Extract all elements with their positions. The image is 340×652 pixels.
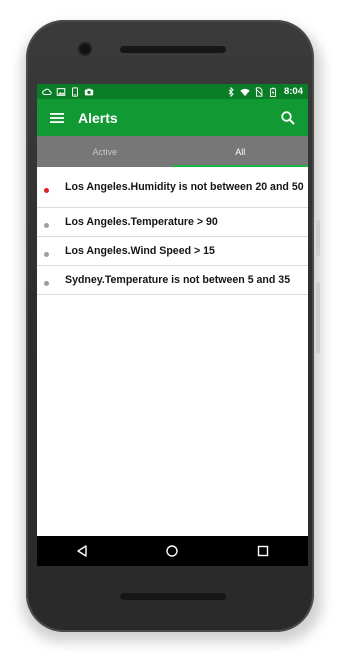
tab-active[interactable]: Active bbox=[37, 136, 173, 167]
phone-icon bbox=[70, 86, 80, 97]
front-camera bbox=[80, 44, 90, 54]
phone-screen: 8:04 Alerts Active All Los Angeles.Humid… bbox=[37, 84, 308, 566]
cloud-sync-icon bbox=[42, 87, 52, 97]
battery-charging-icon bbox=[268, 87, 278, 97]
status-time: 8:04 bbox=[283, 86, 303, 97]
tab-all[interactable]: All bbox=[172, 136, 309, 167]
home-circle-icon[interactable] bbox=[165, 544, 179, 558]
alert-status-dot bbox=[44, 280, 49, 286]
no-sim-icon bbox=[254, 86, 264, 97]
bluetooth-icon bbox=[226, 86, 236, 97]
status-bar: 8:04 bbox=[37, 84, 308, 99]
back-triangle-icon[interactable] bbox=[75, 544, 89, 558]
recents-square-icon[interactable] bbox=[256, 544, 270, 558]
alert-status-dot bbox=[44, 187, 49, 193]
app-bar-left: Alerts bbox=[49, 110, 118, 126]
alert-text: Los Angeles.Wind Speed > 15 bbox=[65, 245, 215, 257]
alert-text: Los Angeles.Humidity is not between 20 a… bbox=[65, 181, 304, 193]
hamburger-menu-icon[interactable] bbox=[49, 110, 65, 126]
tab-bar: Active All bbox=[37, 136, 308, 167]
camera-icon bbox=[84, 87, 94, 97]
alert-status-dot bbox=[44, 251, 49, 257]
alert-row[interactable]: Los Angeles.Temperature > 90 bbox=[37, 208, 308, 237]
status-bar-notifications bbox=[42, 86, 94, 97]
earpiece-speaker bbox=[120, 46, 226, 53]
alert-text: Los Angeles.Temperature > 90 bbox=[65, 216, 218, 228]
bottom-speaker bbox=[120, 593, 226, 600]
image-icon bbox=[56, 87, 66, 97]
power-button bbox=[316, 282, 320, 354]
app-bar: Alerts bbox=[37, 99, 308, 136]
volume-button bbox=[316, 220, 320, 256]
alert-text: Sydney.Temperature is not between 5 and … bbox=[65, 274, 291, 286]
search-icon[interactable] bbox=[280, 110, 296, 126]
alert-row[interactable]: Los Angeles.Wind Speed > 15 bbox=[37, 237, 308, 266]
alert-row[interactable]: Los Angeles.Humidity is not between 20 a… bbox=[37, 167, 308, 208]
alert-status-dot bbox=[44, 222, 49, 228]
page-title: Alerts bbox=[78, 109, 118, 126]
status-bar-system: 8:04 bbox=[226, 86, 303, 97]
system-nav-bar bbox=[37, 536, 308, 566]
alert-row[interactable]: Sydney.Temperature is not between 5 and … bbox=[37, 266, 308, 295]
alerts-list: Los Angeles.Humidity is not between 20 a… bbox=[37, 167, 308, 295]
wifi-icon bbox=[240, 87, 250, 97]
